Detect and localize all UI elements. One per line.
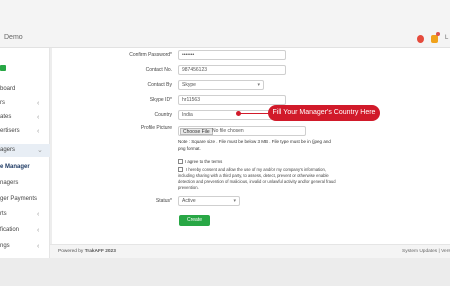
sidebar-item-label: rs — [0, 100, 5, 106]
profile-picture-note: Note : Square size . File must be below … — [178, 139, 331, 151]
status-value: Active — [182, 198, 196, 204]
sidebar-item-notification[interactable]: fication ‹ — [0, 224, 50, 237]
create-button-label: Create — [186, 217, 202, 223]
powered-by-brand: TrakAFF 2023 — [84, 249, 116, 254]
sidebar-item-create-manager[interactable]: e Manager — [0, 161, 50, 174]
chevron-left-icon: ‹ — [37, 243, 40, 250]
country-label: Country — [154, 112, 172, 118]
footer: Powered by TrakAFF 2023 System Updates |… — [50, 244, 450, 258]
file-name-text: No file chosen — [212, 128, 244, 134]
chevron-down-icon: ▾ — [233, 198, 236, 204]
chevron-left-icon: ‹ — [37, 100, 40, 107]
sidebar-item-affiliates[interactable]: ates ‹ — [0, 111, 50, 124]
sidebar-item-reports[interactable]: rts ‹ — [0, 208, 50, 221]
sidebar-item-all-managers[interactable]: nagers — [0, 177, 50, 190]
footer-system-updates-link[interactable]: System Updates | Vers — [402, 245, 450, 259]
chevron-down-icon: ▾ — [257, 82, 260, 88]
sidebar-item-label: ngs — [0, 243, 10, 249]
notification-bell-icon[interactable] — [417, 35, 424, 43]
terms-checkbox[interactable] — [178, 159, 183, 165]
chevron-left-icon: ‹ — [37, 114, 40, 121]
footer-powered-by: Powered by TrakAFF 2023 — [58, 245, 116, 259]
app-brand: Demo — [4, 34, 23, 41]
skype-id-field[interactable]: hr11563 — [178, 95, 286, 105]
contact-by-label: Contact By — [147, 82, 172, 88]
sidebar-item-dashboard[interactable]: board — [0, 83, 50, 96]
sidebar-item-label: e Manager — [0, 164, 30, 170]
sidebar-item-users[interactable]: rs ‹ — [0, 97, 50, 110]
sidebar: board rs ‹ ates ‹ ertisers ‹ agers ⌄ e M… — [0, 48, 50, 258]
user-menu[interactable]: L — [445, 35, 448, 41]
sidebar-logo-icon — [0, 65, 6, 71]
callout-connector — [237, 113, 270, 114]
sidebar-item-label: rts — [0, 211, 7, 217]
sidebar-item-managers[interactable]: agers ⌄ — [0, 144, 50, 157]
profile-picture-input[interactable]: Choose File No file chosen — [178, 126, 306, 136]
callout-pointer-icon — [236, 111, 241, 116]
consent-text: I hereby consent and allow the use of my… — [178, 167, 336, 190]
sidebar-item-label: ger Payments — [0, 196, 38, 202]
sidebar-item-label: agers — [0, 147, 16, 153]
contact-by-select[interactable]: Skype ▾ — [178, 80, 264, 90]
country-callout: Fill Your Manager's Country Here — [268, 105, 380, 121]
sidebar-item-label: fication — [0, 227, 20, 233]
sidebar-item-label: nagers — [0, 180, 19, 186]
notifications-icon[interactable] — [431, 35, 438, 43]
sidebar-item-label: board — [0, 86, 16, 92]
chevron-down-icon: ⌄ — [37, 147, 43, 154]
notification-badge — [436, 32, 440, 36]
powered-by-prefix: Powered by — [58, 249, 84, 254]
sidebar-item-advertisers[interactable]: ertisers ‹ — [0, 125, 50, 138]
confirm-password-label: Confirm Password* — [129, 52, 172, 58]
create-button[interactable]: Create — [179, 215, 210, 226]
terms-label: I agree to the terms — [185, 159, 223, 164]
chevron-left-icon: ‹ — [37, 211, 40, 218]
sidebar-item-label: ates — [0, 114, 12, 120]
country-value: India — [182, 112, 193, 118]
status-select[interactable]: Active ▾ — [178, 196, 240, 206]
contact-no-field[interactable]: 987456123 — [178, 65, 286, 75]
skype-id-label: Skype ID* — [149, 97, 172, 103]
profile-picture-label: Profile Picture — [140, 125, 172, 131]
bottom-strip — [0, 258, 450, 286]
sidebar-item-manager-payments[interactable]: ger Payments — [0, 193, 50, 206]
create-manager-form: Confirm Password* ••••••• Contact No. 98… — [52, 48, 450, 244]
top-bar: Demo L — [0, 0, 450, 48]
choose-file-button[interactable]: Choose File — [180, 128, 213, 135]
contact-no-label: Contact No. — [145, 67, 172, 73]
terms-row: I agree to the terms — [178, 159, 222, 165]
contact-by-value: Skype — [182, 82, 196, 88]
confirm-password-field[interactable]: ••••••• — [178, 50, 286, 60]
chevron-left-icon: ‹ — [37, 128, 40, 135]
chevron-left-icon: ‹ — [37, 227, 40, 234]
status-label: Status* — [155, 198, 172, 204]
sidebar-item-label: ertisers — [0, 128, 20, 134]
sidebar-item-settings[interactable]: ngs ‹ — [0, 240, 50, 253]
